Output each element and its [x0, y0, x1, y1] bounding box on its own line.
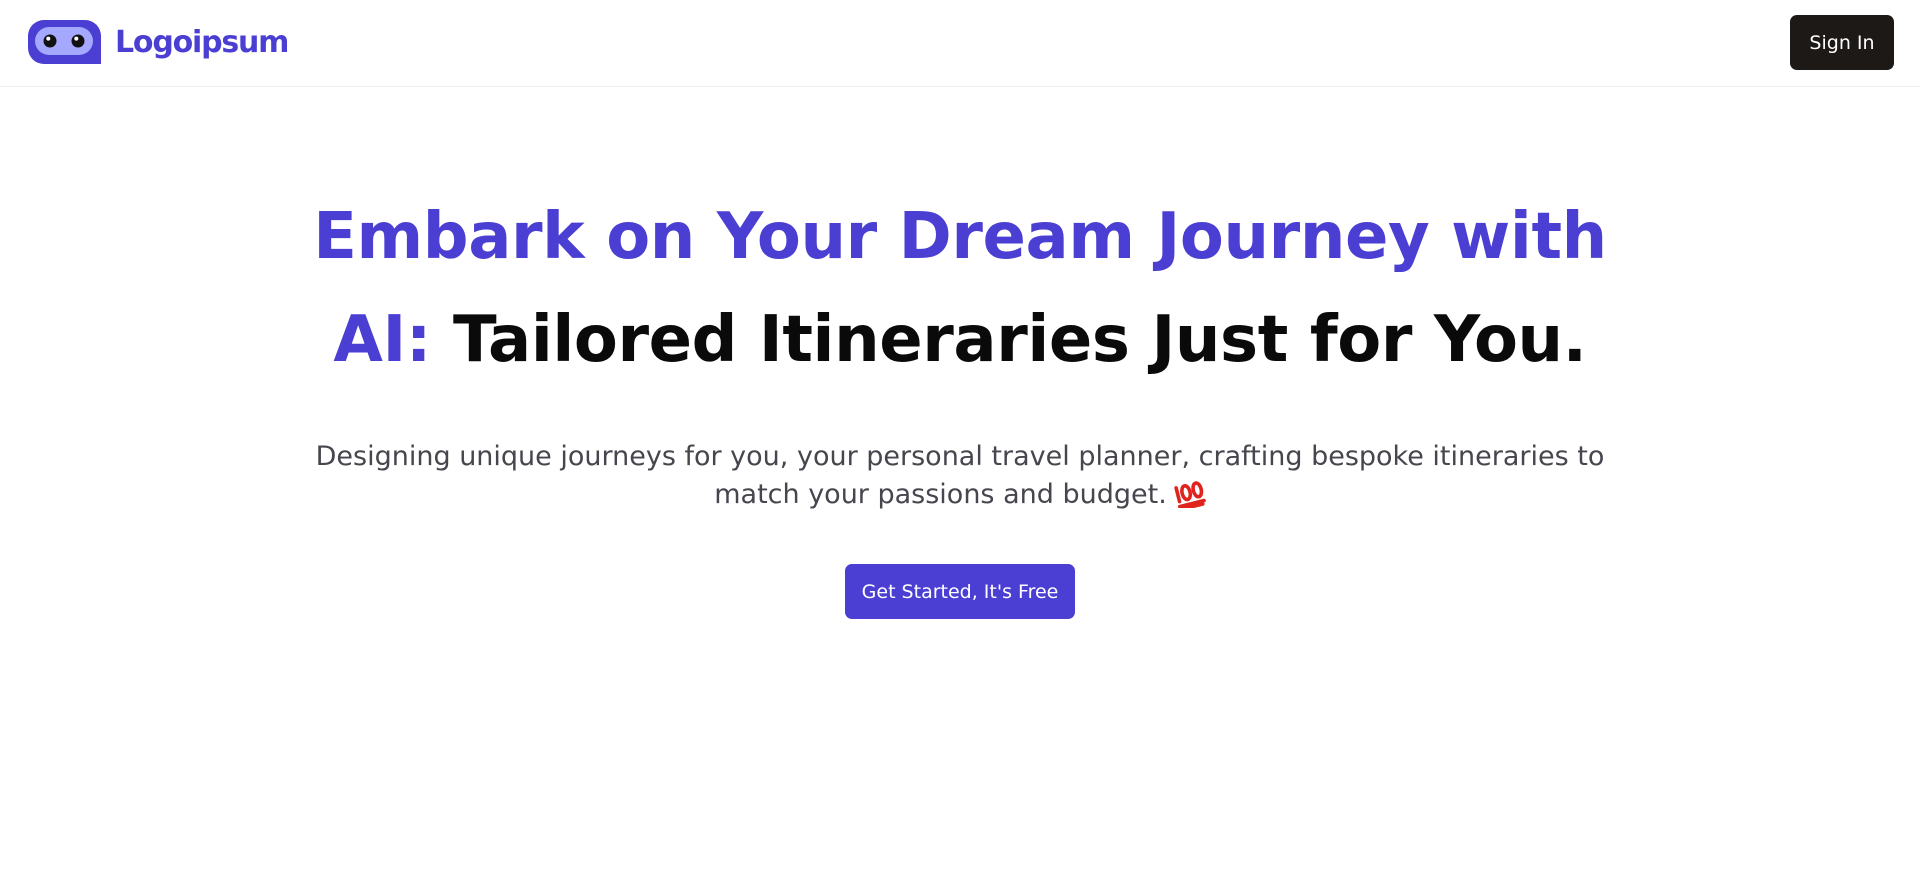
hero-section: Embark on Your Dream Journey with AI: Ta… [0, 87, 1920, 619]
hero-subtitle-text: Designing unique journeys for you, your … [315, 441, 1605, 510]
robot-face-icon [28, 20, 101, 64]
logo-text: Logoipsum [115, 24, 289, 60]
get-started-button[interactable]: Get Started, It's Free [845, 564, 1075, 619]
logo[interactable]: Logoipsum [28, 20, 289, 64]
sign-in-button[interactable]: Sign In [1790, 15, 1894, 70]
hero-title: Embark on Your Dream Journey with AI: Ta… [260, 87, 1660, 392]
navbar: Logoipsum Sign In [0, 0, 1920, 87]
hero-subtitle: Designing unique journeys for you, your … [295, 438, 1625, 514]
hundred-points-icon [1174, 481, 1206, 508]
hero-title-rest: Tailored Itineraries Just for You. [453, 303, 1587, 377]
